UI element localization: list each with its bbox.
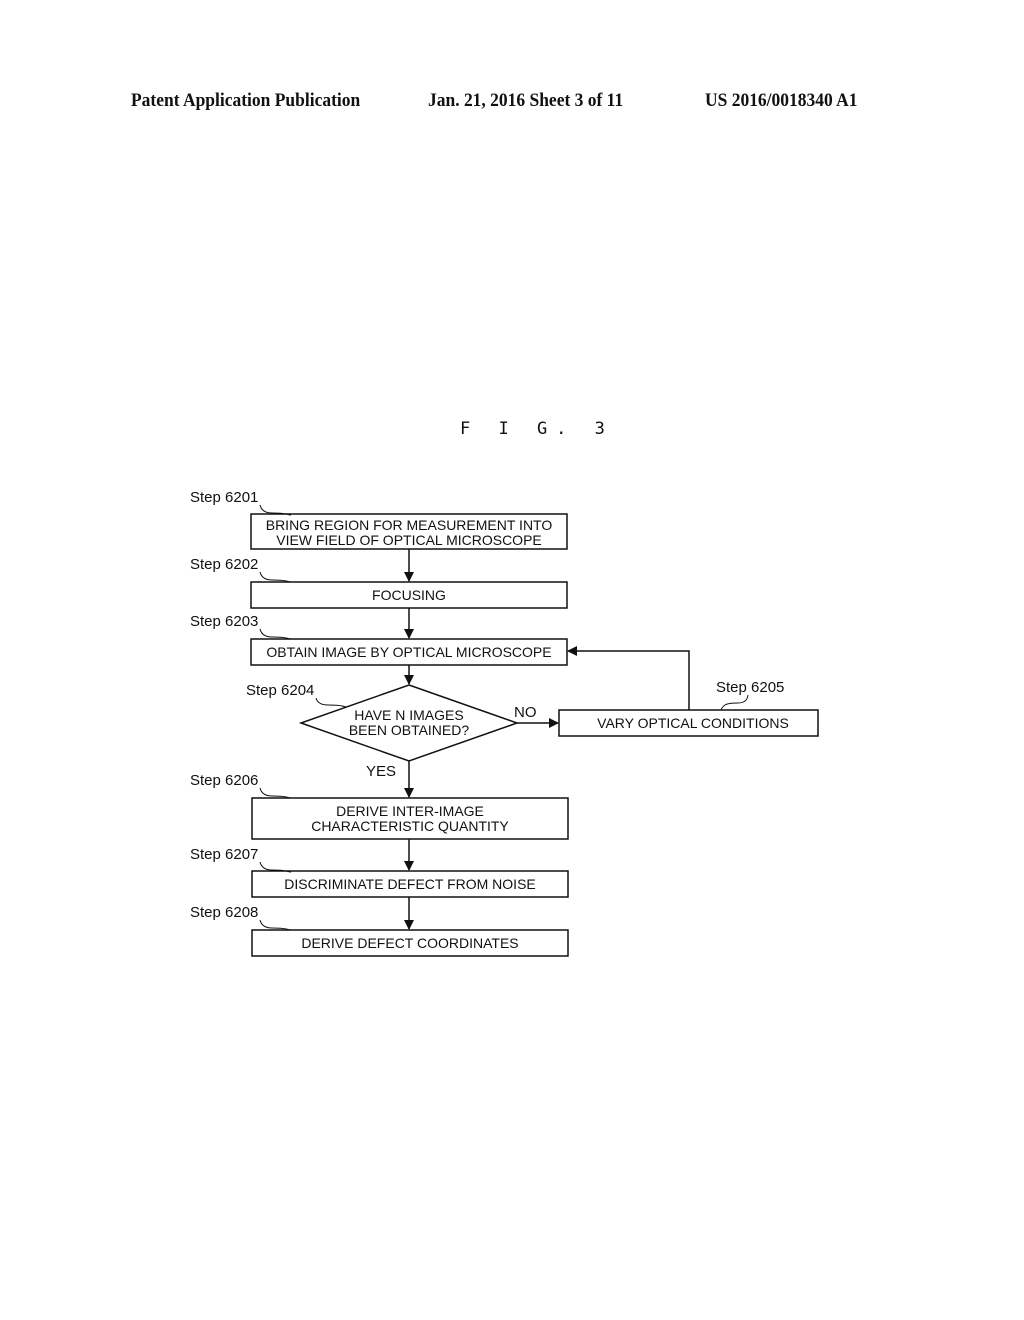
step-6206-label: Step 6206: [190, 772, 258, 789]
leader-6203: [259, 628, 292, 640]
step-6201-label: Step 6201: [190, 489, 258, 506]
step-6202-label: Step 6202: [190, 556, 258, 573]
step-6206-text-line1: DERIVE INTER-IMAGE: [336, 803, 484, 819]
step-6206-text-line2: CHARACTERISTIC QUANTITY: [311, 818, 509, 834]
step-6205-text: VARY OPTICAL CONDITIONS: [597, 715, 789, 731]
step-6201-text-line2: VIEW FIELD OF OPTICAL MICROSCOPE: [276, 532, 542, 548]
step-6207-label: Step 6207: [190, 846, 258, 863]
step-6202-text: FOCUSING: [372, 587, 446, 603]
step-6203-label: Step 6203: [190, 613, 258, 630]
leader-6205: [720, 694, 749, 711]
step-6201-text-line1: BRING REGION FOR MEASUREMENT INTO: [266, 517, 553, 533]
flowchart: Step 6201 Step 6202 Step 6203 Step 6204 …: [190, 489, 819, 957]
step-6208-text: DERIVE DEFECT COORDINATES: [301, 935, 518, 951]
step-6204-text-line2: BEEN OBTAINED?: [349, 722, 470, 738]
leader-6208: [259, 919, 292, 931]
step-6208-label: Step 6208: [190, 904, 258, 921]
step-6204-text-line1: HAVE N IMAGES: [354, 707, 463, 723]
step-6207-text: DISCRIMINATE DEFECT FROM NOISE: [284, 876, 536, 892]
leader-6204: [315, 697, 348, 708]
leader-6202: [259, 571, 292, 583]
step-6203-text: OBTAIN IMAGE BY OPTICAL MICROSCOPE: [266, 644, 551, 660]
arrow-6205-6203-loop: [567, 646, 690, 710]
step-6205-label: Step 6205: [716, 679, 784, 696]
leader-6206: [259, 787, 292, 799]
step-6204-label: Step 6204: [246, 682, 314, 699]
yes-label: YES: [366, 763, 396, 780]
no-label: NO: [514, 704, 537, 721]
